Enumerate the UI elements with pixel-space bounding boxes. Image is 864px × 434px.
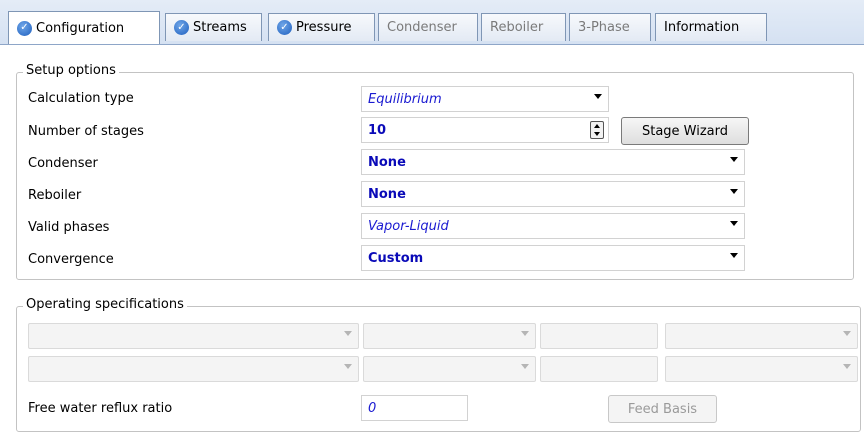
tab-label: Configuration (36, 20, 125, 36)
tab-streams[interactable]: ✓ Streams (165, 13, 262, 41)
convergence-label: Convergence (28, 252, 114, 267)
feed-basis-button[interactable]: Feed Basis (608, 395, 717, 423)
spec-basis-select-2[interactable] (665, 356, 858, 382)
tab-label: Condenser (387, 20, 457, 35)
valid-phases-label: Valid phases (28, 220, 110, 235)
tab-pressure[interactable]: ✓ Pressure (268, 13, 375, 41)
tab-information[interactable]: Information (655, 13, 767, 41)
chevron-down-icon[interactable] (594, 94, 602, 99)
chevron-down-icon[interactable] (730, 253, 738, 258)
tab-label: Information (664, 20, 740, 35)
operating-specifications-legend: Operating specifications (23, 297, 187, 312)
tab-3-phase[interactable]: 3-Phase (569, 13, 651, 41)
setup-options-legend: Setup options (23, 63, 119, 78)
check-circle-icon: ✓ (277, 20, 292, 35)
tab-configuration[interactable]: ✓ Configuration (8, 11, 160, 44)
tab-label: Streams (193, 20, 247, 35)
chevron-down-icon (521, 331, 529, 336)
calculation-type-value: Equilibrium (368, 91, 442, 107)
spec-value-field-1[interactable] (540, 323, 658, 349)
chevron-down-icon[interactable] (730, 157, 738, 162)
spec-basis-select-1[interactable] (665, 323, 858, 349)
free-water-reflux-label: Free water reflux ratio (28, 401, 173, 416)
calculation-type-select[interactable]: Equilibrium (361, 86, 609, 112)
chevron-down-icon (843, 331, 851, 336)
check-circle-icon: ✓ (17, 20, 32, 36)
chevron-down-icon[interactable] (730, 189, 738, 194)
tab-condenser[interactable]: Condenser (378, 13, 478, 41)
spec-select-1[interactable] (28, 323, 359, 349)
convergence-select[interactable]: Custom (361, 245, 745, 271)
tab-strip: ✓ Configuration ✓ Streams ✓ Pressure Con… (0, 0, 864, 45)
reboiler-select[interactable]: None (361, 181, 745, 207)
reboiler-label: Reboiler (28, 188, 82, 203)
tab-reboiler[interactable]: Reboiler (481, 13, 566, 41)
condenser-value: None (368, 154, 406, 170)
reboiler-value: None (368, 186, 406, 202)
spec-unit-select-1[interactable] (363, 323, 536, 349)
condenser-select[interactable]: None (361, 149, 745, 175)
number-of-stages-label: Number of stages (28, 124, 144, 139)
spec-unit-select-2[interactable] (363, 356, 536, 382)
check-circle-icon: ✓ (174, 20, 189, 35)
chevron-down-icon (521, 364, 529, 369)
stage-wizard-button[interactable]: Stage Wizard (621, 117, 749, 145)
tab-label: 3-Phase (578, 20, 630, 35)
free-water-reflux-input[interactable]: 0 (361, 395, 468, 421)
chevron-down-icon (344, 364, 352, 369)
tab-label: Pressure (296, 20, 352, 35)
number-of-stages-input[interactable]: 10 (361, 117, 609, 143)
spinner-down-icon[interactable] (594, 132, 600, 136)
free-water-reflux-value: 0 (368, 400, 377, 416)
condenser-label: Condenser (28, 156, 98, 171)
convergence-value: Custom (368, 250, 424, 266)
spec-select-2[interactable] (28, 356, 359, 382)
tab-label: Reboiler (490, 20, 544, 35)
chevron-down-icon (843, 364, 851, 369)
chevron-down-icon (344, 331, 352, 336)
spec-value-field-2[interactable] (540, 356, 658, 382)
spinner-up-icon[interactable] (594, 124, 600, 128)
calculation-type-label: Calculation type (28, 91, 134, 106)
chevron-down-icon[interactable] (730, 221, 738, 226)
stages-spinner[interactable] (590, 121, 604, 139)
valid-phases-select[interactable]: Vapor-Liquid (361, 213, 745, 239)
valid-phases-value: Vapor-Liquid (368, 218, 449, 234)
number-of-stages-value: 10 (368, 122, 387, 138)
